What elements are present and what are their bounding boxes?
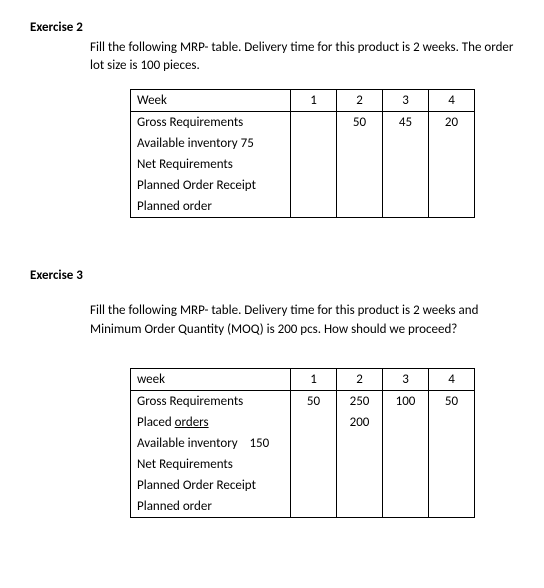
exercise-3-table: week 1 2 3 4 Gross Requirements 50 250 1… — [130, 368, 475, 518]
week-cell: 4 — [429, 90, 475, 112]
table-row: Planned order — [131, 196, 475, 218]
data-cell — [429, 454, 475, 475]
data-cell — [291, 112, 337, 134]
row-label: Week — [131, 90, 291, 112]
exercise-3-instruction: Fill the following MRP- table. Delivery … — [90, 302, 514, 338]
week-cell: 1 — [291, 90, 337, 112]
data-cell: 50 — [429, 390, 475, 412]
data-cell — [383, 475, 429, 496]
data-cell — [337, 133, 383, 154]
table-row: Gross Requirements 50 250 100 50 — [131, 390, 475, 412]
exercise-2-title: Exercise 2 — [30, 20, 514, 35]
data-cell — [337, 196, 383, 218]
week-cell: 3 — [383, 90, 429, 112]
exercise-2-table: Week 1 2 3 4 Gross Requirements 50 45 20… — [130, 89, 475, 218]
row-label: Planned order — [131, 496, 291, 518]
row-label: week — [131, 368, 291, 390]
data-cell — [291, 133, 337, 154]
data-cell — [429, 175, 475, 196]
row-label: Gross Requirements — [131, 112, 291, 134]
table-row: Week 1 2 3 4 — [131, 90, 475, 112]
row-label: Planned Order Receipt — [131, 175, 291, 196]
row-label: Net Requirements — [131, 154, 291, 175]
exercise-3-title: Exercise 3 — [30, 268, 514, 283]
data-cell — [429, 196, 475, 218]
table-row: Gross Requirements 50 45 20 — [131, 112, 475, 134]
week-cell: 3 — [383, 368, 429, 390]
row-label: Available inventory 75 — [131, 133, 291, 154]
data-cell — [383, 496, 429, 518]
data-cell — [429, 412, 475, 433]
data-cell — [337, 433, 383, 454]
data-cell — [429, 133, 475, 154]
row-label: Available inventory 150 — [131, 433, 291, 454]
table-row: Net Requirements — [131, 154, 475, 175]
data-cell — [337, 454, 383, 475]
data-cell — [383, 196, 429, 218]
data-cell — [291, 412, 337, 433]
table-row: Planned Order Receipt — [131, 175, 475, 196]
data-cell: 20 — [429, 112, 475, 134]
week-cell: 2 — [337, 368, 383, 390]
data-cell — [291, 454, 337, 475]
data-cell — [291, 433, 337, 454]
data-cell — [383, 454, 429, 475]
data-cell: 200 — [337, 412, 383, 433]
data-cell — [337, 496, 383, 518]
data-cell — [291, 496, 337, 518]
table-row: Available inventory 75 — [131, 133, 475, 154]
row-label: Gross Requirements — [131, 390, 291, 412]
row-label: Planned Order Receipt — [131, 475, 291, 496]
data-cell — [383, 133, 429, 154]
data-cell: 250 — [337, 390, 383, 412]
table-row: Net Requirements — [131, 454, 475, 475]
data-cell: 100 — [383, 390, 429, 412]
table-row: Planned order — [131, 496, 475, 518]
row-label: Planned order — [131, 196, 291, 218]
data-cell — [383, 154, 429, 175]
data-cell — [291, 154, 337, 175]
exercise-2-table-wrap: Week 1 2 3 4 Gross Requirements 50 45 20… — [130, 89, 514, 218]
table-row: Placed orders 200 — [131, 412, 475, 433]
data-cell — [291, 175, 337, 196]
data-cell — [429, 475, 475, 496]
data-cell — [429, 154, 475, 175]
exercise-2-instruction: Fill the following MRP- table. Delivery … — [90, 39, 514, 75]
data-cell — [337, 475, 383, 496]
data-cell — [383, 433, 429, 454]
data-cell — [383, 412, 429, 433]
exercise-3: Exercise 3 Fill the following MRP- table… — [30, 268, 514, 517]
week-cell: 2 — [337, 90, 383, 112]
row-label: Placed orders — [131, 412, 291, 433]
data-cell — [291, 475, 337, 496]
data-cell: 50 — [337, 112, 383, 134]
table-row: Available inventory 150 — [131, 433, 475, 454]
data-cell — [383, 175, 429, 196]
data-cell — [337, 154, 383, 175]
week-cell: 4 — [429, 368, 475, 390]
data-cell: 45 — [383, 112, 429, 134]
exercise-3-table-wrap: week 1 2 3 4 Gross Requirements 50 250 1… — [130, 368, 514, 518]
table-row: week 1 2 3 4 — [131, 368, 475, 390]
data-cell — [429, 496, 475, 518]
table-row: Planned Order Receipt — [131, 475, 475, 496]
data-cell — [291, 196, 337, 218]
data-cell: 50 — [291, 390, 337, 412]
week-cell: 1 — [291, 368, 337, 390]
exercise-2: Exercise 2 Fill the following MRP- table… — [30, 20, 514, 218]
data-cell — [429, 433, 475, 454]
row-label: Net Requirements — [131, 454, 291, 475]
data-cell — [337, 175, 383, 196]
